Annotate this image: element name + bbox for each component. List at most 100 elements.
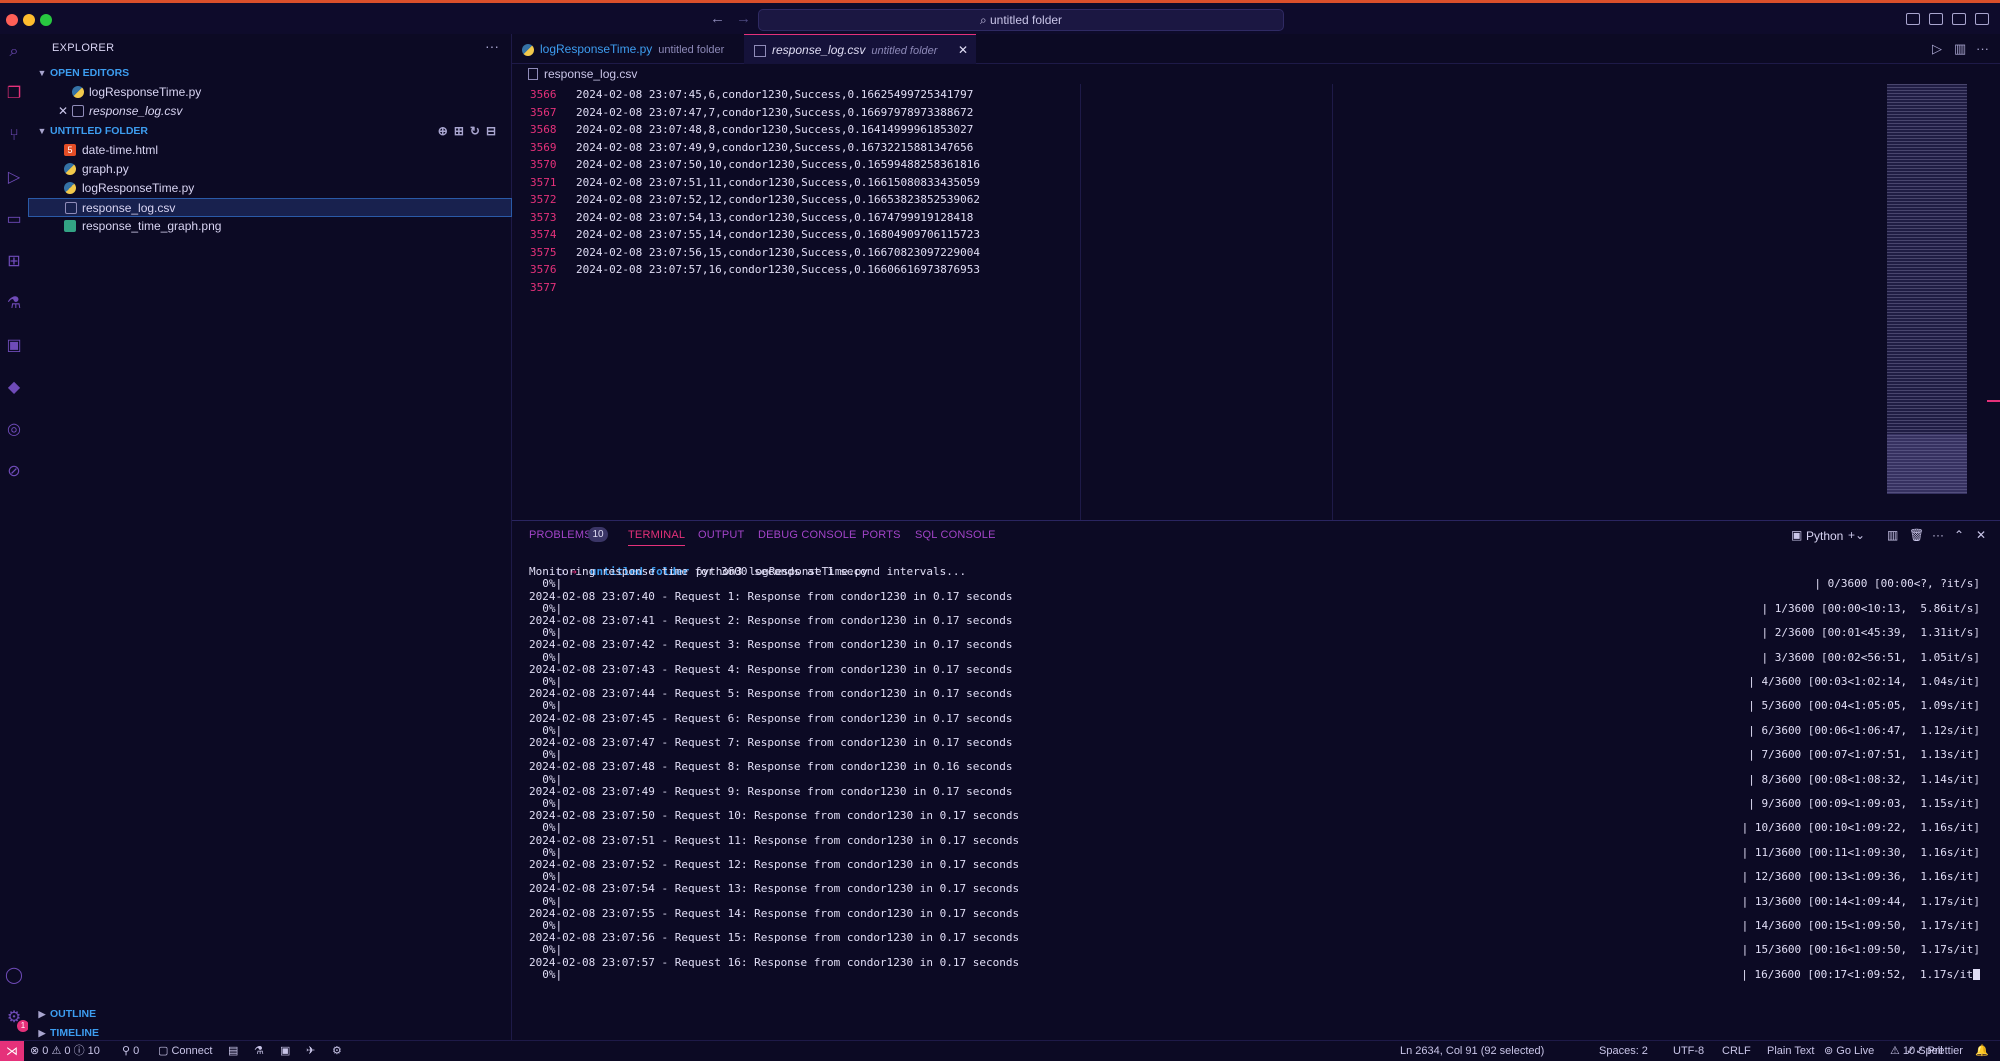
- split-terminal-icon[interactable]: ▥: [1887, 528, 1898, 542]
- line-text: 2024-02-08 23:07:47,7,condor1230,Success…: [576, 105, 974, 119]
- tab-logresponsetime[interactable]: logResponseTime.py untitled folder: [512, 34, 744, 64]
- split-editor-icon[interactable]: ▥: [1954, 41, 1966, 57]
- trash-icon[interactable]: 🗑: [1909, 528, 1924, 542]
- close-icon[interactable]: ✕: [58, 102, 68, 121]
- git-graph-icon[interactable]: ⊘: [4, 462, 24, 482]
- remote-explorer-icon[interactable]: ▭: [4, 210, 24, 230]
- zoom-window-button[interactable]: [40, 14, 52, 26]
- terminal-profile[interactable]: Python: [1806, 529, 1843, 543]
- customize-layout-icon[interactable]: [1975, 13, 1989, 25]
- arrow-right-icon[interactable]: →: [736, 10, 751, 27]
- minimap[interactable]: [1887, 84, 1967, 494]
- testing-icon[interactable]: ⚗: [4, 294, 24, 314]
- notifications-bell-icon[interactable]: 🔔: [1975, 1041, 1989, 1061]
- search-icon[interactable]: ⌕: [4, 42, 24, 62]
- close-window-button[interactable]: [6, 14, 18, 26]
- open-editor-item[interactable]: logResponseTime.py: [28, 83, 512, 102]
- outline-header[interactable]: ▶ OUTLINE: [28, 1005, 512, 1023]
- new-terminal-icon[interactable]: +⌄: [1848, 528, 1865, 542]
- close-panel-icon[interactable]: ✕: [1976, 528, 1986, 542]
- line-number: 3568: [530, 123, 557, 136]
- cursor-position[interactable]: Ln 2634, Col 91 (92 selected): [1400, 1041, 1544, 1061]
- progress-stats-text: | 2/3600 [00:01<45:39, 1.31it/s]: [1761, 626, 1980, 640]
- file-item[interactable]: 5 date-time.html: [28, 141, 512, 160]
- csv-icon: [72, 105, 84, 117]
- prettier-status[interactable]: ✓✓ Prettier: [1906, 1041, 1963, 1061]
- rocket-icon[interactable]: ✈: [306, 1041, 315, 1061]
- terminal-progress-stats: | 14/3600 [00:15<1:09:50, 1.17s/it]: [1742, 919, 1980, 932]
- terminal-progress-bar: 0%|: [529, 943, 563, 957]
- folder-actions[interactable]: ⊕⊞↻⊟: [438, 122, 502, 140]
- database-icon[interactable]: ◎: [4, 420, 24, 440]
- minimize-window-button[interactable]: [23, 14, 35, 26]
- breadcrumb[interactable]: response_log.csv: [512, 64, 2000, 84]
- db-icon[interactable]: ▤: [228, 1041, 238, 1061]
- tab-terminal[interactable]: TERMINAL: [628, 529, 686, 546]
- terminal-request-line: 2024-02-08 23:07:55 - Request 14: Respon…: [529, 906, 1020, 920]
- tab-sql-console[interactable]: SQL CONSOLE: [915, 529, 996, 541]
- problems-status[interactable]: ⊗ 0 ⚠ 0 ⓘ 10: [30, 1041, 100, 1061]
- terminal-progress-bar: 0%|: [529, 650, 563, 664]
- end-of-line[interactable]: CRLF: [1722, 1041, 1751, 1061]
- terminal-icon[interactable]: ▣: [280, 1041, 290, 1061]
- html-icon: 5: [64, 144, 76, 156]
- docker-icon[interactable]: ◆: [4, 378, 24, 398]
- connect-status[interactable]: ▢ Connect: [158, 1041, 212, 1061]
- toggle-panel-icon[interactable]: [1929, 13, 1943, 25]
- tab-ports[interactable]: PORTS: [862, 529, 901, 541]
- progress-stats-text: | 3/3600 [00:02<56:51, 1.05it/s]: [1761, 650, 1980, 664]
- ruler-guide: [1332, 84, 1333, 520]
- double-check-icon: ✓✓: [1906, 1045, 1928, 1057]
- settings-gear-icon[interactable]: ⚙ 1: [4, 1008, 29, 1032]
- run-debug-icon[interactable]: ▷: [4, 168, 24, 188]
- tab-response-log[interactable]: response_log.csv untitled folder ✕: [744, 34, 976, 64]
- folder-header[interactable]: ▼ UNTITLED FOLDER ⊕⊞↻⊟: [28, 122, 512, 140]
- open-editor-item[interactable]: ✕ response_log.csv: [28, 102, 512, 121]
- problems-count-badge: 10: [588, 527, 608, 542]
- settings-sync-icon[interactable]: ⚙: [332, 1041, 342, 1061]
- python-icon: [64, 163, 76, 175]
- file-item[interactable]: response_time_graph.png: [28, 217, 512, 236]
- go-live[interactable]: ⊚ Go Live: [1824, 1041, 1874, 1061]
- line-text: 2024-02-08 23:07:54,13,condor1230,Succes…: [576, 210, 974, 224]
- progress-stats-text: | 8/3600 [00:08<1:08:32, 1.14s/it]: [1748, 772, 1980, 786]
- indentation[interactable]: Spaces: 2: [1599, 1041, 1648, 1061]
- more-actions-icon[interactable]: ···: [485, 38, 499, 54]
- open-editors-header[interactable]: ▼ OPEN EDITORS: [28, 64, 512, 82]
- tab-output[interactable]: OUTPUT: [698, 529, 744, 541]
- terminal-request-line: 2024-02-08 23:07:51 - Request 11: Respon…: [529, 833, 1020, 847]
- language-mode[interactable]: Plain Text: [1767, 1041, 1815, 1061]
- more-actions-icon[interactable]: ···: [1976, 41, 1989, 56]
- explorer-sidebar: EXPLORER ··· ▼ OPEN EDITORS logResponseTi…: [28, 34, 512, 1050]
- code-editor[interactable]: 3566 2024-02-08 23:07:45,6,condor1230,Suc…: [512, 84, 2000, 520]
- flask-icon[interactable]: ⚗: [254, 1041, 264, 1061]
- run-icon[interactable]: ▷: [1932, 41, 1942, 57]
- python-icon: [64, 182, 76, 194]
- file-item[interactable]: logResponseTime.py: [28, 179, 512, 198]
- terminal-output[interactable]: ○ → untitled folder python3 logResponseT…: [512, 551, 2000, 1051]
- arrow-left-icon[interactable]: ←: [710, 10, 725, 27]
- encoding[interactable]: UTF-8: [1673, 1041, 1704, 1061]
- file-item-selected[interactable]: response_log.csv: [28, 198, 512, 217]
- maximize-panel-icon[interactable]: ⌃: [1954, 528, 1964, 542]
- source-control-icon[interactable]: ⑂: [4, 126, 24, 146]
- extensions-icon[interactable]: ⊞: [4, 252, 24, 272]
- remote-icon[interactable]: ⋊: [0, 1041, 24, 1061]
- file-item[interactable]: graph.py: [28, 160, 512, 179]
- toggle-sidebar-icon[interactable]: [1906, 13, 1920, 25]
- command-center-search[interactable]: ⌕ untitled folder: [758, 9, 1284, 31]
- activity-bar: ⌕ ❐ ⑂ ▷ ▭ ⊞ ⚗ ▣ ◆ ◎ ⊘ ◯ ⚙ 1: [0, 34, 29, 1050]
- ports-status[interactable]: ⚲ 0: [122, 1041, 139, 1061]
- progress-stats-text: | 15/3600 [00:16<1:09:50, 1.17s/it]: [1741, 943, 1980, 957]
- tab-debug-console[interactable]: DEBUG CONSOLE: [758, 529, 857, 541]
- close-icon[interactable]: ✕: [958, 35, 968, 65]
- minimap-slider[interactable]: [1887, 434, 1967, 494]
- account-icon[interactable]: ◯: [4, 966, 24, 986]
- line-text: 2024-02-08 23:07:55,14,condor1230,Succes…: [576, 228, 980, 241]
- toggle-secondary-sidebar-icon[interactable]: [1952, 13, 1966, 25]
- explorer-icon[interactable]: ❐: [4, 84, 24, 104]
- terminal-icon[interactable]: ▣: [4, 336, 24, 356]
- line-number: 3567: [530, 105, 557, 119]
- more-actions-icon[interactable]: ···: [1932, 528, 1944, 542]
- tab-problems[interactable]: PROBLEMS: [529, 529, 592, 541]
